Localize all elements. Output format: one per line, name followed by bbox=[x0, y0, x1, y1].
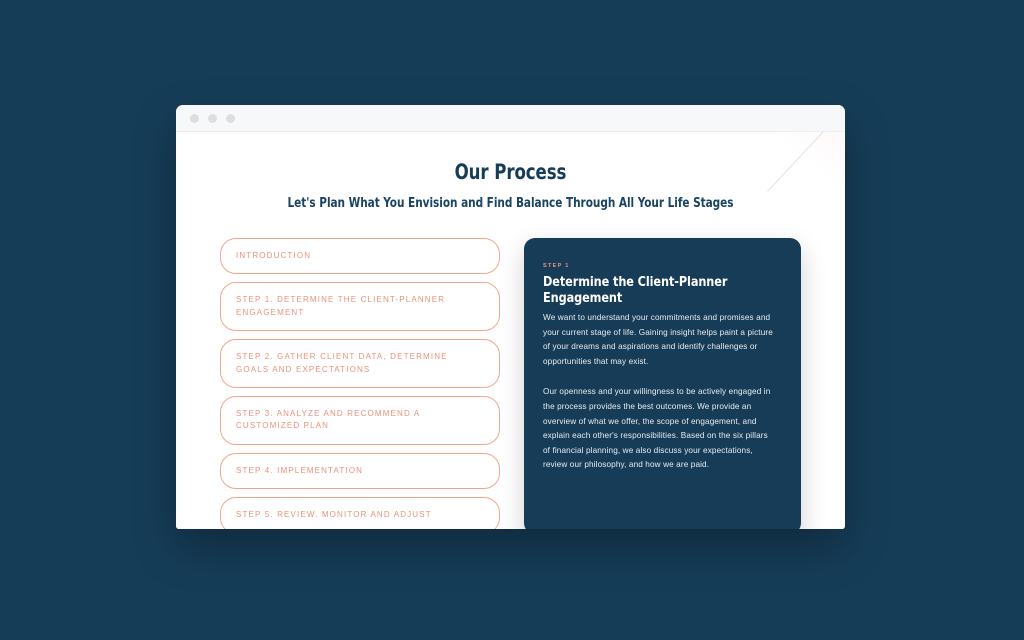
step-detail-title: Determine the Client-Planner Engagement bbox=[543, 274, 728, 306]
page-title: Our Process bbox=[454, 160, 567, 184]
step-eyebrow-label: STEP 1 bbox=[543, 263, 570, 269]
step-detail-paragraph-1: We want to understand your commitments a… bbox=[543, 313, 773, 366]
step-detail-paragraph-2: Our openness and your willingness to be … bbox=[543, 387, 771, 470]
accordion-item-label: STEP 4. IMPLEMENTATION bbox=[236, 465, 364, 475]
window-maximize-dot[interactable] bbox=[226, 113, 235, 123]
accordion-item-step-2[interactable]: STEP 2. GATHER CLIENT DATA, DETERMINE GO… bbox=[220, 339, 500, 388]
page-header: Our Process Let's Plan What You Envision… bbox=[176, 132, 845, 211]
browser-window: Our Process Let's Plan What You Envision… bbox=[176, 105, 845, 529]
accordion-item-label: STEP 2. GATHER CLIENT DATA, DETERMINE GO… bbox=[236, 352, 448, 374]
accordion-item-label: STEP 5. REVIEW, MONITOR AND ADJUST bbox=[236, 510, 432, 520]
page-viewport: Our Process Let's Plan What You Envision… bbox=[176, 132, 845, 529]
window-minimize-dot[interactable] bbox=[208, 113, 217, 123]
accordion-item-step-4[interactable]: STEP 4. IMPLEMENTATION bbox=[220, 452, 500, 490]
accordion-item-label: STEP 3. ANALYZE AND RECOMMEND A CUSTOMIZ… bbox=[236, 408, 420, 431]
browser-chrome-bar bbox=[176, 105, 845, 132]
accordion-item-introduction[interactable]: INTRODUCTION bbox=[220, 238, 500, 275]
process-step-list: INTRODUCTION STEP 1. DETERMINE THE CLIEN… bbox=[220, 238, 500, 529]
window-close-dot[interactable] bbox=[190, 113, 199, 123]
accordion-item-label: STEP 1. DETERMINE THE CLIENT-PLANNER ENG… bbox=[236, 295, 446, 317]
accordion-item-label: INTRODUCTION bbox=[236, 251, 312, 260]
accordion-item-step-1[interactable]: STEP 1. DETERMINE THE CLIENT-PLANNER ENG… bbox=[220, 282, 500, 332]
step-detail-panel: STEP 1 Determine the Client-Planner Enga… bbox=[524, 238, 801, 529]
accordion-item-step-5[interactable]: STEP 5. REVIEW, MONITOR AND ADJUST bbox=[220, 497, 500, 529]
page-subtitle: Let's Plan What You Envision and Find Ba… bbox=[287, 196, 734, 211]
process-content: INTRODUCTION STEP 1. DETERMINE THE CLIEN… bbox=[176, 211, 845, 529]
accordion-item-step-3[interactable]: STEP 3. ANALYZE AND RECOMMEND A CUSTOMIZ… bbox=[220, 395, 500, 445]
